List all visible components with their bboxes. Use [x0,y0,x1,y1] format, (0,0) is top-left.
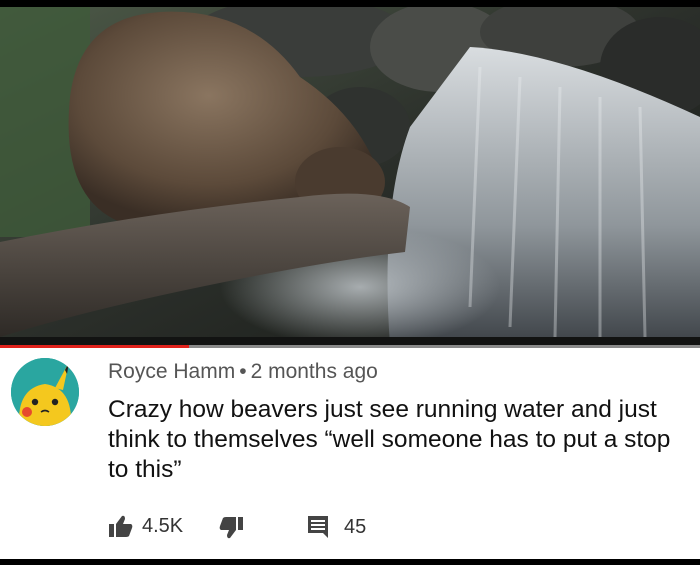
comment-time[interactable]: 2 months ago [251,360,378,383]
reply-count: 45 [344,515,367,538]
beaver-waterfall-image [0,7,700,345]
video-thumbnail[interactable] [0,7,700,345]
reply-button[interactable]: 45 [306,514,366,540]
comment-author[interactable]: Royce Hamm [108,360,235,383]
comment-text: Crazy how beavers just see running water… [108,396,671,483]
comment-card: Royce Hamm • 2 months ago Crazy how beaver… [0,348,700,559]
like-button[interactable]: 4.5K [108,514,183,538]
thumbs-down-icon [218,516,244,540]
dislike-button[interactable] [218,516,244,540]
avatar[interactable] [11,358,79,426]
meta-separator: • [239,360,247,383]
thumbs-up-icon [108,514,134,538]
bottom-border [0,559,700,565]
comment-meta: Royce Hamm • 2 months ago [108,360,378,384]
like-count: 4.5K [142,514,184,537]
comment-icon [306,514,330,540]
pikachu-avatar-icon [11,358,79,426]
